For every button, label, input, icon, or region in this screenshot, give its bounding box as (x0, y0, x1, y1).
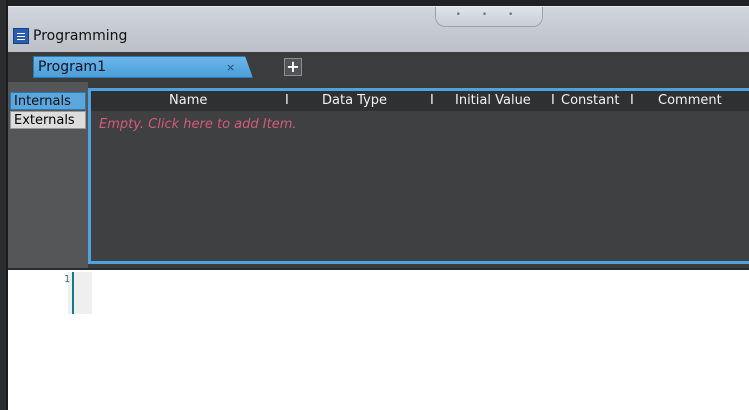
add-item-placeholder[interactable]: Empty. Click here to add Item. (99, 117, 297, 132)
tab-label: Program1 (38, 59, 106, 75)
grid-header: Name I Data Type I Initial Value I Const… (91, 91, 749, 111)
tab-bar: Program1 × + (8, 52, 749, 82)
window-titlebar: • • • Programming (8, 6, 749, 52)
add-tab-button[interactable]: + (284, 58, 302, 76)
column-header-constant[interactable]: Constant (561, 93, 619, 108)
current-line-marker (72, 272, 74, 314)
column-separator: I (551, 93, 555, 108)
programming-window-icon (13, 28, 29, 44)
code-editor[interactable]: 1 (8, 268, 749, 410)
panel-grip-handle[interactable]: • • • (435, 7, 543, 27)
column-header-data-type[interactable]: Data Type (322, 93, 387, 108)
column-separator: I (430, 93, 434, 108)
column-header-name[interactable]: Name (169, 93, 207, 108)
variable-grid: Name I Data Type I Initial Value I Const… (88, 88, 749, 264)
column-separator: I (285, 93, 289, 108)
tab-internals[interactable]: Internals (10, 92, 86, 110)
column-separator: I (630, 93, 634, 108)
tab-externals[interactable]: Externals (10, 111, 86, 129)
line-number: 1 (63, 274, 70, 285)
column-header-comment[interactable]: Comment (658, 93, 722, 108)
variable-scope-tabs: Internals Externals (8, 82, 88, 268)
window-title: Programming (33, 28, 128, 44)
column-header-initial-value[interactable]: Initial Value (455, 93, 531, 108)
tab-program1[interactable]: Program1 × (33, 56, 253, 78)
close-tab-icon[interactable]: × (226, 61, 235, 74)
grip-dots-icon: • • • (455, 10, 523, 20)
variable-table-panel: Internals Externals Name I Data Type I I… (8, 82, 749, 268)
